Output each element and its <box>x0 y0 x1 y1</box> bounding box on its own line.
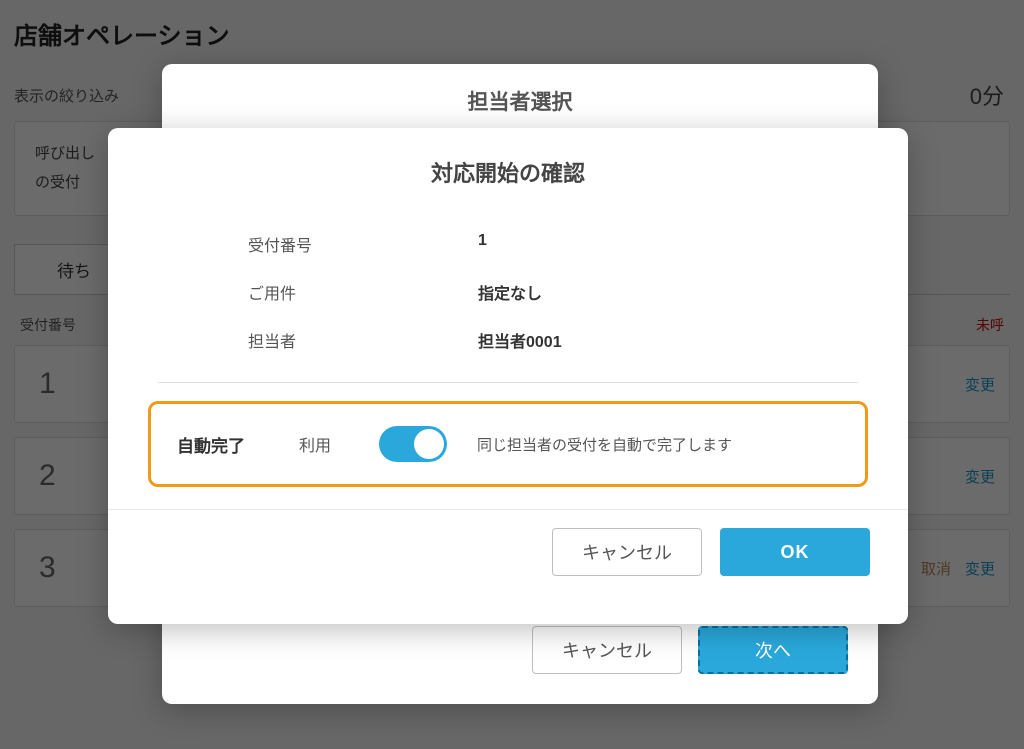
auto-complete-desc: 同じ担当者の受付を自動で完了します <box>477 434 732 455</box>
auto-complete-title: 自動完了 <box>177 432 269 457</box>
staff-value: 担当者0001 <box>478 328 562 352</box>
staff-select-title: 担当者選択 <box>162 64 878 128</box>
receipt-no-label: 受付番号 <box>248 232 478 256</box>
staff-select-next-button[interactable]: 次へ <box>698 626 848 674</box>
auto-complete-toggle[interactable] <box>379 426 447 462</box>
confirm-start-title: 対応開始の確認 <box>108 128 908 196</box>
divider <box>158 382 858 383</box>
staff-select-cancel-button[interactable]: キャンセル <box>532 626 682 674</box>
purpose-value: 指定なし <box>478 280 542 304</box>
toggle-knob <box>414 429 444 459</box>
confirm-start-modal: 対応開始の確認 受付番号 1 ご用件 指定なし 担当者 担当者0001 自動完了… <box>108 128 908 624</box>
purpose-label: ご用件 <box>248 280 478 304</box>
confirm-details: 受付番号 1 ご用件 指定なし 担当者 担当者0001 <box>108 196 908 374</box>
auto-complete-section: 自動完了 利用 同じ担当者の受付を自動で完了します <box>148 401 868 487</box>
receipt-no-value: 1 <box>478 232 487 256</box>
cancel-button[interactable]: キャンセル <box>552 528 702 576</box>
ok-button[interactable]: OK <box>720 528 870 576</box>
auto-complete-mode: 利用 <box>299 432 349 456</box>
staff-label: 担当者 <box>248 328 478 352</box>
